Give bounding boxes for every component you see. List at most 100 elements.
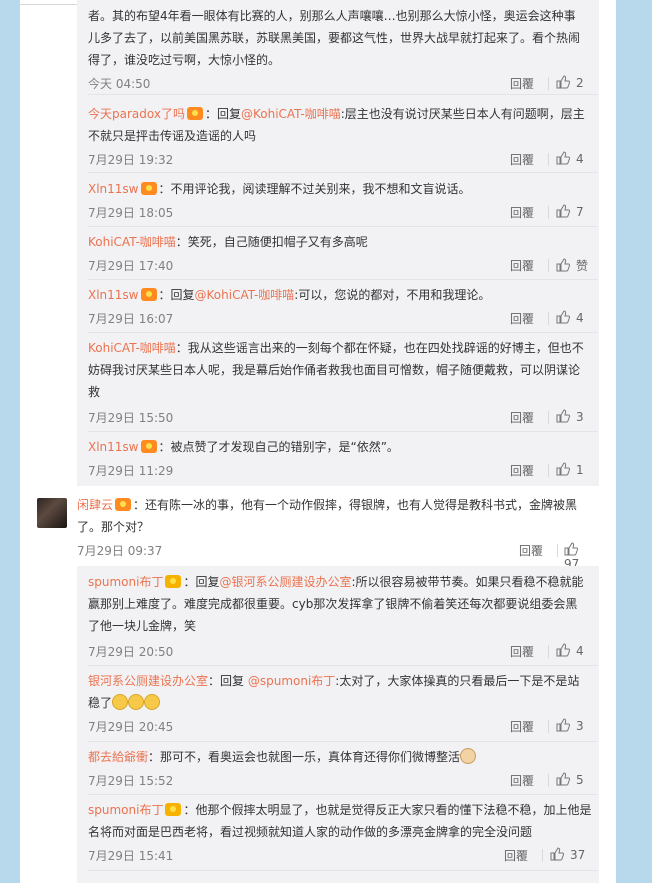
username-link[interactable]: KohiCAT-咖啡喵 xyxy=(88,341,176,355)
reply-item: 今天paradox了吗 ：回复@KohiCAT-咖啡喵:层主也没有说讨厌某些日本人… xyxy=(88,103,598,167)
like-button[interactable]: 37 xyxy=(550,847,585,862)
like-button[interactable]: 4 xyxy=(556,151,584,166)
username-link[interactable]: 都去給爺衝 xyxy=(88,750,148,764)
mention-link[interactable]: @银河系公厕建设办公室 xyxy=(219,575,351,589)
divider xyxy=(557,544,558,557)
username-link[interactable]: Xln11sw xyxy=(88,440,139,454)
reply-item: Xln11sw ：被点赞了才发现自己的错别字，是“依然”。 7月29日 11:29… xyxy=(88,436,598,478)
thumb-up-icon xyxy=(556,204,570,218)
thumb-up-icon xyxy=(556,718,570,732)
divider xyxy=(548,411,549,424)
laugh-emoji-icon xyxy=(112,694,129,710)
reply-text: Xln11sw ：回复@KohiCAT-咖啡喵:可以，您说的都对，不用和我理论。 xyxy=(88,284,598,306)
username-link[interactable]: spumoni布丁 xyxy=(88,575,163,589)
vip-badge-icon xyxy=(165,575,182,588)
like-button[interactable]: 2 xyxy=(556,75,584,90)
reply-item: 都去給爺衝：那可不，看奥运会也就图一乐，真体育还得你们微博整活 7月29日 15… xyxy=(88,746,598,788)
mention-link[interactable]: @KohiCAT-咖啡喵 xyxy=(195,288,295,302)
thumb-up-icon xyxy=(564,542,578,556)
timestamp: 7月29日 15:52 xyxy=(88,774,174,788)
reply-text: spumoni布丁 ：他那个假摔太明显了，也就是觉得反正大家只看的懂下法稳不稳，加… xyxy=(88,799,598,843)
like-count: 5 xyxy=(576,773,584,787)
timestamp: 7月29日 18:05 xyxy=(88,206,174,220)
reply-line: 不就只是抨击传谣及造谣的人吗 xyxy=(88,129,257,143)
username-link[interactable]: 闲肆云 xyxy=(77,498,113,512)
reply-button[interactable]: 回覆 xyxy=(510,643,534,660)
reply-line: 了他一块儿金牌，笑 xyxy=(88,619,197,633)
like-button[interactable]: 3 xyxy=(556,718,584,733)
reply-button[interactable]: 回覆 xyxy=(510,75,534,92)
reply-text: KohiCAT-咖啡喵：笑死，自己随便扣帽子又有多高呢 xyxy=(88,231,598,253)
username-link[interactable]: Xln11sw xyxy=(88,182,139,196)
username-link[interactable]: spumoni布丁 xyxy=(88,803,163,817)
timestamp: 7月29日 20:45 xyxy=(88,720,174,734)
row-divider xyxy=(88,94,598,95)
reply-meta: 7月29日 15:52 回覆 5 xyxy=(88,770,598,790)
reply-prefix: ：回复 xyxy=(204,107,241,121)
thumb-up-icon xyxy=(556,409,570,423)
comment-panel: 者。其的布望4年看一眼体有比赛的人，别那么人声嚷嚷…也别那么大惊小怪，奥运会这种… xyxy=(20,0,616,883)
reply-item: 银河系公厕建设办公室：回复 @spumoni布丁:太对了，大家体操真的只看最后一… xyxy=(88,670,598,734)
mention-link[interactable]: @KohiCAT-咖啡喵 xyxy=(241,107,341,121)
reply-body: ：被点赞了才发现自己的错别字，是“依然”。 xyxy=(158,440,399,454)
username-link[interactable]: Xln11sw xyxy=(88,288,139,302)
like-button[interactable]: 1 xyxy=(556,462,584,477)
reply-button[interactable]: 回覆 xyxy=(504,847,528,864)
reply-button[interactable]: 回覆 xyxy=(510,204,534,221)
row-divider xyxy=(88,794,598,795)
row-divider xyxy=(88,870,598,871)
like-button[interactable]: 3 xyxy=(556,409,584,424)
reply-prefix: ：回复 xyxy=(208,674,248,688)
divider xyxy=(548,645,549,658)
timestamp: 7月29日 16:07 xyxy=(88,312,174,326)
reply-button[interactable]: 回覆 xyxy=(519,542,543,559)
reply-meta: 今天 04:50 回覆 2 xyxy=(88,73,598,93)
reply-button[interactable]: 回覆 xyxy=(510,718,534,735)
divider xyxy=(548,206,549,219)
like-button[interactable]: 7 xyxy=(556,204,584,219)
mention-link[interactable]: @spumoni布丁 xyxy=(248,674,335,688)
username-link[interactable]: KohiCAT-咖啡喵 xyxy=(88,235,176,249)
reply-button[interactable]: 回覆 xyxy=(510,151,534,168)
like-count: 1 xyxy=(576,463,584,477)
reply-body: :太对了，大家体操真的只看最后一下是不是站 xyxy=(335,674,580,688)
reply-meta: 7月29日 17:40 回覆 赞 xyxy=(88,255,598,275)
divider xyxy=(548,77,549,90)
divider xyxy=(548,774,549,787)
comment-text: 闲肆云 ：还有陈一冰的事，他有一个动作假摔，得银牌，也有人觉得是教科书式，金牌被黑… xyxy=(77,494,599,538)
like-button[interactable]: 4 xyxy=(556,643,584,658)
thumb-up-icon xyxy=(550,847,564,861)
reply-button[interactable]: 回覆 xyxy=(510,257,534,274)
reply-body: :层主也没有说讨厌某些日本人有问题啊，层主 xyxy=(340,107,585,121)
timestamp: 7月29日 09:37 xyxy=(77,544,163,558)
username-link[interactable]: 银河系公厕建设办公室 xyxy=(88,674,208,688)
divider xyxy=(548,153,549,166)
reply-button[interactable]: 回覆 xyxy=(510,462,534,479)
timestamp: 7月29日 19:32 xyxy=(88,153,174,167)
reply-button[interactable]: 回覆 xyxy=(510,772,534,789)
row-divider xyxy=(88,279,598,280)
reply-line: 赢那别上难度了。难度完成都很重要。cyb那次发挥拿了银牌不偷着笑还每次都要说组委… xyxy=(88,597,578,611)
avatar[interactable] xyxy=(37,498,67,528)
like-count: 37 xyxy=(570,848,586,862)
reply-body: ：那可不，看奥运会也就图一乐，真体育还得你们微博整活 xyxy=(148,750,461,764)
reply-button[interactable]: 回覆 xyxy=(510,310,534,327)
like-button[interactable]: 赞 xyxy=(556,257,588,274)
like-button[interactable]: 5 xyxy=(556,772,584,787)
like-button[interactable]: 4 xyxy=(556,310,584,325)
thumb-up-icon xyxy=(556,258,570,272)
reply-button[interactable]: 回覆 xyxy=(510,409,534,426)
reply-line: 妨碍我讨厌某些日本人呢，我是幕后始作俑者救我也面目可憎数，帽子随便戴救，可以阴谋… xyxy=(88,363,581,377)
reply-text: KohiCAT-咖啡喵：我从这些谣言出来的一刻每个都在怀疑，也在四处找辟谣的好博… xyxy=(88,337,598,403)
username-link[interactable]: 今天paradox了吗 xyxy=(88,107,185,121)
like-count: 4 xyxy=(576,644,584,658)
reply-item: spumoni布丁 ：他那个假摔太明显了，也就是觉得反正大家只看的懂下法稳不稳，加… xyxy=(88,799,598,863)
reply-text: 者。其的布望4年看一眼体有比赛的人，别那么人声嚷嚷…也别那么大惊小怪，奥运会这种… xyxy=(88,5,598,71)
divider xyxy=(548,464,549,477)
row-divider xyxy=(88,226,598,227)
reply-meta: 7月29日 20:50 回覆 4 xyxy=(88,641,598,661)
reply-meta: 7月29日 15:41 回覆 37 xyxy=(88,845,598,865)
divider xyxy=(548,720,549,733)
timestamp: 7月29日 15:50 xyxy=(88,411,174,425)
reply-meta: 7月29日 11:29 回覆 1 xyxy=(88,460,598,480)
